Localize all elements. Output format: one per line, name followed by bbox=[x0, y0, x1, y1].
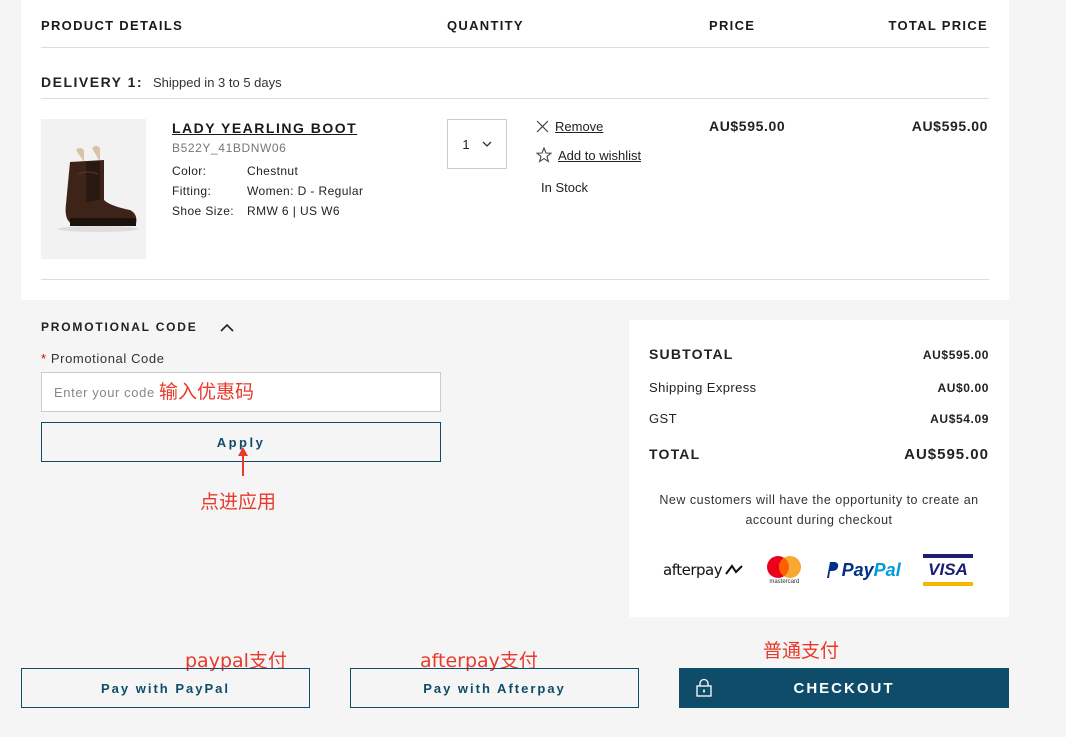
checkout-label: CHECKOUT bbox=[793, 679, 895, 697]
required-mark: * bbox=[41, 351, 47, 366]
promo-title: PROMOTIONAL CODE bbox=[41, 320, 198, 334]
total-row: TOTAL AU$595.00 bbox=[649, 446, 989, 463]
quantity-select[interactable]: 1 bbox=[447, 119, 507, 169]
attr-key: Shoe Size: bbox=[172, 204, 235, 218]
shipping-row: Shipping Express AU$0.00 bbox=[649, 380, 989, 395]
shipping-label: Shipping Express bbox=[649, 380, 757, 395]
annotation-enter-code: 输入优惠码 bbox=[159, 381, 255, 403]
gst-row: GST AU$54.09 bbox=[649, 411, 989, 426]
paypal-logo: Pay Pal bbox=[825, 560, 901, 581]
product-image[interactable] bbox=[41, 119, 146, 259]
divider bbox=[41, 279, 989, 280]
paypal-p-icon bbox=[826, 562, 838, 578]
line-total-price: AU$595.00 bbox=[911, 118, 988, 134]
header-total-price: TOTAL PRICE bbox=[888, 18, 988, 33]
attr-value: RMW 6 | US W6 bbox=[247, 204, 340, 218]
annotation-normal-pay: 普通支付 bbox=[763, 640, 840, 662]
total-value: AU$595.00 bbox=[904, 446, 989, 463]
product-attr-size: Shoe Size: RMW 6 | US W6 bbox=[172, 204, 340, 218]
product-attr-color: Color: Chestnut bbox=[172, 164, 298, 178]
delivery-label: DELIVERY 1: bbox=[41, 74, 144, 90]
cart-card: PRODUCT DETAILS QUANTITY PRICE TOTAL PRI… bbox=[21, 0, 1009, 300]
promo-code-toggle[interactable]: PROMOTIONAL CODE bbox=[41, 320, 234, 334]
promo-label: * Promotional Code bbox=[41, 351, 165, 366]
checkout-button[interactable]: CHECKOUT bbox=[679, 668, 1009, 708]
afterpay-logo: afterpay bbox=[663, 561, 744, 579]
annotation-click-apply: 点进应用 bbox=[200, 491, 277, 513]
annotation-arrow-icon bbox=[238, 447, 248, 476]
unit-price: AU$595.00 bbox=[709, 118, 786, 134]
afterpay-arrows-icon bbox=[725, 564, 743, 575]
divider bbox=[41, 47, 989, 48]
quantity-value: 1 bbox=[462, 136, 470, 152]
add-to-wishlist-link[interactable]: Add to wishlist bbox=[558, 148, 641, 163]
boot-image bbox=[57, 146, 138, 232]
subtotal-label: SUBTOTAL bbox=[649, 346, 734, 362]
attr-key: Fitting: bbox=[172, 184, 212, 198]
delivery-note: Shipped in 3 to 5 days bbox=[152, 75, 282, 90]
order-summary: SUBTOTAL AU$595.00 Shipping Express AU$0… bbox=[629, 320, 1009, 617]
product-attr-fitting: Fitting: Women: D - Regular bbox=[172, 184, 363, 198]
close-icon bbox=[536, 120, 549, 133]
attr-value: Women: D - Regular bbox=[247, 184, 364, 198]
gst-value: AU$54.09 bbox=[930, 412, 989, 426]
attr-value: Chestnut bbox=[247, 164, 299, 178]
remove-link[interactable]: Remove bbox=[555, 119, 603, 134]
mastercard-circles-icon bbox=[767, 556, 802, 578]
chevron-up-icon bbox=[220, 323, 234, 332]
visa-logo-text: VISA bbox=[922, 558, 973, 582]
promo-label-text: Promotional Code bbox=[50, 351, 165, 366]
chevron-down-icon bbox=[482, 141, 492, 147]
subtotal-row: SUBTOTAL AU$595.00 bbox=[649, 346, 989, 362]
subtotal-value: AU$595.00 bbox=[922, 348, 989, 362]
remove-action[interactable]: Remove bbox=[536, 119, 603, 134]
header-product-details: PRODUCT DETAILS bbox=[41, 18, 184, 33]
mastercard-logo: mastercard bbox=[766, 555, 802, 585]
attr-key: Color: bbox=[172, 164, 207, 178]
pay-with-paypal-button[interactable]: Pay with PayPal bbox=[21, 668, 310, 708]
header-quantity: QUANTITY bbox=[447, 18, 524, 33]
product-sku: B522Y_41BDNW06 bbox=[172, 141, 287, 155]
lock-icon bbox=[696, 679, 712, 697]
shipping-value: AU$0.00 bbox=[937, 381, 989, 395]
pay-with-afterpay-button[interactable]: Pay with Afterpay bbox=[350, 668, 639, 708]
wishlist-action[interactable]: Add to wishlist bbox=[536, 147, 641, 163]
stock-status: In Stock bbox=[541, 180, 588, 195]
new-customer-note: New customers will have the opportunity … bbox=[659, 493, 979, 527]
paypal-logo-pay: Pay bbox=[841, 559, 874, 580]
total-label: TOTAL bbox=[649, 446, 701, 462]
divider bbox=[41, 98, 989, 99]
delivery-row: DELIVERY 1: Shipped in 3 to 5 days bbox=[41, 74, 282, 90]
afterpay-logo-text: afterpay bbox=[663, 561, 723, 579]
visa-logo: VISA bbox=[922, 554, 973, 586]
product-name-link[interactable]: LADY YEARLING BOOT bbox=[172, 120, 357, 136]
payment-logos: afterpay mastercard Pay Pal VISA bbox=[663, 553, 973, 587]
star-icon bbox=[536, 147, 552, 163]
paypal-logo-pal: Pal bbox=[873, 559, 901, 580]
header-price: PRICE bbox=[709, 18, 756, 33]
mastercard-label: mastercard bbox=[769, 579, 800, 585]
gst-label: GST bbox=[649, 411, 677, 426]
